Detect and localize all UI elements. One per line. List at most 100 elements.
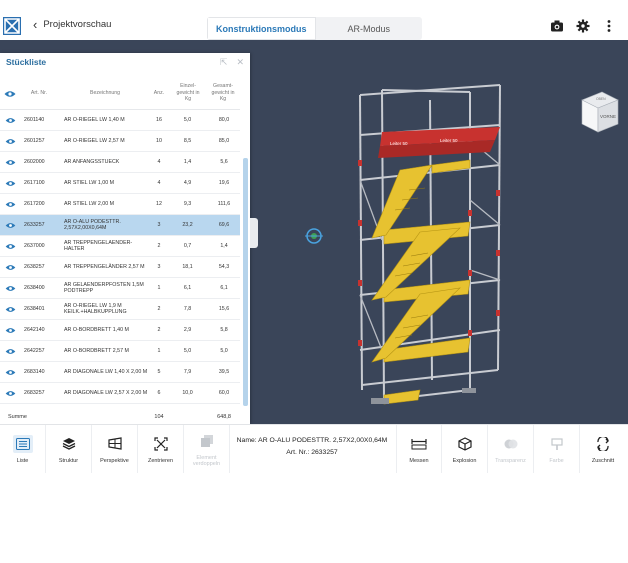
list-button[interactable]: Liste xyxy=(0,425,46,473)
table-row[interactable]: 2617200 AR STIEL LW 2,00 M 12 9,3 111,6 xyxy=(0,194,240,215)
mode-construction-tab[interactable]: Konstruktionsmodus xyxy=(207,17,316,40)
measure-icon xyxy=(409,435,429,453)
more-vertical-icon[interactable] xyxy=(602,19,616,33)
measure-button[interactable]: Messen xyxy=(396,425,442,473)
back-button[interactable]: ‹ Projektvorschau xyxy=(33,18,111,31)
visibility-eye-icon[interactable] xyxy=(4,131,16,151)
camera-icon[interactable] xyxy=(550,19,564,33)
cell-anzahl: 10 xyxy=(156,137,162,144)
perspective-button[interactable]: Perspektive xyxy=(92,425,138,473)
list-scrollbar[interactable] xyxy=(243,158,248,406)
selection-name: Name: AR O-ALU PODESTTR. 2,57X2,00X0,64M xyxy=(236,437,388,444)
cell-gesamtgewicht: 5,8 xyxy=(220,326,228,333)
cell-einzelgewicht: 7,8 xyxy=(183,305,192,312)
cell-anzahl: 6 xyxy=(157,389,161,396)
visibility-eye-icon[interactable] xyxy=(4,236,16,256)
cell-anzahl: 2 xyxy=(157,305,161,312)
cell-art-nr: 2617100 xyxy=(24,179,45,186)
back-label: Projektvorschau xyxy=(43,19,112,30)
panel-collapse-handle[interactable] xyxy=(250,218,258,248)
top-actions xyxy=(550,19,616,33)
visibility-eye-icon[interactable] xyxy=(4,110,16,130)
color-icon xyxy=(547,435,567,453)
gear-icon[interactable] xyxy=(576,19,590,33)
table-row[interactable]: 2602000 AR ANFANGSSTUECK 4 1,4 5,6 xyxy=(0,152,240,173)
table-row[interactable]: 2683140 AR DIAGONALE LW 1,40 X 2,00 M 5 7,9… xyxy=(0,362,240,383)
center-label: Zentrieren xyxy=(147,457,174,464)
visibility-eye-icon[interactable] xyxy=(4,278,16,298)
cell-anzahl: 2 xyxy=(157,242,161,249)
cell-art-nr: 2617200 xyxy=(24,200,45,207)
cell-bezeichnung: AR DIAGONALE LW 1,40 X 2,00 M xyxy=(64,368,148,375)
export-icon[interactable]: ⇱ xyxy=(220,57,228,68)
close-icon[interactable]: ✕ xyxy=(236,57,244,68)
cell-bezeichnung: AR ANFANGSSTUECK xyxy=(64,158,120,165)
cell-art-nr: 2642257 xyxy=(24,347,45,354)
table-row[interactable]: 2638257 AR TREPPENGELÄNDER 2,57 M 3 18,1 54,… xyxy=(0,257,240,278)
cell-art-nr: 2642140 xyxy=(24,326,45,333)
center-button[interactable]: Zentrieren xyxy=(138,425,184,473)
cell-gesamtgewicht: 15,6 xyxy=(218,305,230,312)
sum-gesamt: 648,8 xyxy=(217,413,231,420)
visibility-eye-icon[interactable] xyxy=(4,215,16,235)
duplicate-button[interactable]: Element verdoppeln xyxy=(184,425,230,473)
transparency-button[interactable]: Transparenz xyxy=(488,425,534,473)
visibility-eye-icon[interactable] xyxy=(4,257,16,277)
cut-label: Zuschnitt xyxy=(591,457,615,464)
visibility-eye-icon[interactable] xyxy=(4,383,16,403)
parts-table-body: 2601140 AR O-RIEGEL LW 1,40 M 16 5,0 80,0 260… xyxy=(0,110,240,404)
cut-button[interactable]: Zuschnitt xyxy=(580,425,626,473)
cell-gesamtgewicht: 5,6 xyxy=(220,158,228,165)
explosion-button[interactable]: Explosion xyxy=(442,425,488,473)
col-einzelgewicht[interactable]: Einzel- gewicht in Kg xyxy=(174,83,202,103)
col-gesamtgewicht[interactable]: Gesamt- gewicht in Kg xyxy=(208,83,238,103)
structure-button[interactable]: Struktur xyxy=(46,425,92,473)
cell-einzelgewicht: 5,0 xyxy=(183,116,192,123)
visibility-eye-icon[interactable] xyxy=(4,152,16,172)
table-row[interactable]: 2642140 AR O-BORDBRETT 1,40 M 2 2,9 5,8 xyxy=(0,320,240,341)
cell-einzelgewicht: 5,0 xyxy=(183,347,192,354)
cell-gesamtgewicht: 6,1 xyxy=(220,284,228,291)
table-row[interactable]: 2601140 AR O-RIEGEL LW 1,40 M 16 5,0 80,0 xyxy=(0,110,240,131)
col-anzahl[interactable]: Anz. xyxy=(150,90,168,97)
perspective-label: Perspektive xyxy=(100,457,129,464)
table-row[interactable]: 2683257 AR DIAGONALE LW 2,57 X 2,00 M 6 10,… xyxy=(0,383,240,404)
col-bezeichnung[interactable]: Bezeichnung xyxy=(70,90,140,97)
panel-header: Stückliste xyxy=(0,53,250,71)
table-row[interactable]: 2601257 AR O-RIEGEL LW 2,57 M 10 8,5 85,0 xyxy=(0,131,240,152)
cell-art-nr: 2638257 xyxy=(24,263,45,270)
view-cube[interactable]: OBEN VORNE xyxy=(576,90,622,141)
visibility-eye-icon[interactable] xyxy=(4,362,16,382)
cell-einzelgewicht: 9,3 xyxy=(183,200,192,207)
cell-gesamtgewicht: 111,6 xyxy=(217,200,231,207)
cell-bezeichnung: AR STIEL LW 2,00 M xyxy=(64,200,115,207)
cell-art-nr: 2683140 xyxy=(24,368,45,375)
col-art-nr[interactable]: Art. Nr. xyxy=(24,90,54,97)
table-row[interactable]: 2633257 AR O-ALU PODESTTR. 2,57X2,00X0,64… xyxy=(0,215,240,236)
list-icon xyxy=(12,434,33,453)
layers-icon xyxy=(59,435,79,453)
cell-gesamtgewicht: 80,0 xyxy=(218,116,230,123)
visibility-eye-icon[interactable] xyxy=(4,194,16,214)
perspective-icon xyxy=(105,435,125,453)
table-row[interactable]: 2638401 AR O-RIEGEL LW 1,9 M KEILK.+HALBK… xyxy=(0,299,240,320)
visibility-eye-icon[interactable] xyxy=(4,173,16,193)
visibility-header-icon[interactable] xyxy=(3,90,17,101)
visibility-eye-icon[interactable] xyxy=(4,299,16,319)
svg-text:Leiter 50: Leiter 50 xyxy=(440,138,458,143)
table-row[interactable]: 2638400 AR GELAENDERPFOSTEN 1,5M PODTREPP… xyxy=(0,278,240,299)
cell-einzelgewicht: 8,5 xyxy=(183,137,192,144)
visibility-eye-icon[interactable] xyxy=(4,341,16,361)
color-button[interactable]: Farbe xyxy=(534,425,580,473)
cell-bezeichnung: AR TREPPENGELÄNDER 2,57 M xyxy=(64,263,145,270)
mode-ar-tab[interactable]: AR-Modus xyxy=(316,17,423,40)
cell-anzahl: 3 xyxy=(157,221,161,228)
cell-gesamtgewicht: 19,6 xyxy=(218,179,230,186)
cell-anzahl: 3 xyxy=(157,263,161,270)
svg-text:OBEN: OBEN xyxy=(596,97,606,101)
table-row[interactable]: 2642257 AR O-BORDBRETT 2,57 M 1 5,0 5,0 xyxy=(0,341,240,362)
table-row[interactable]: 2617100 AR STIEL LW 1,00 M 4 4,9 19,6 xyxy=(0,173,240,194)
table-row[interactable]: 2637000 AR TREPPENGELAENDER-HALTER 2 0,7 1,4 xyxy=(0,236,240,257)
cell-einzelgewicht: 4,9 xyxy=(183,179,192,186)
visibility-eye-icon[interactable] xyxy=(4,320,16,340)
